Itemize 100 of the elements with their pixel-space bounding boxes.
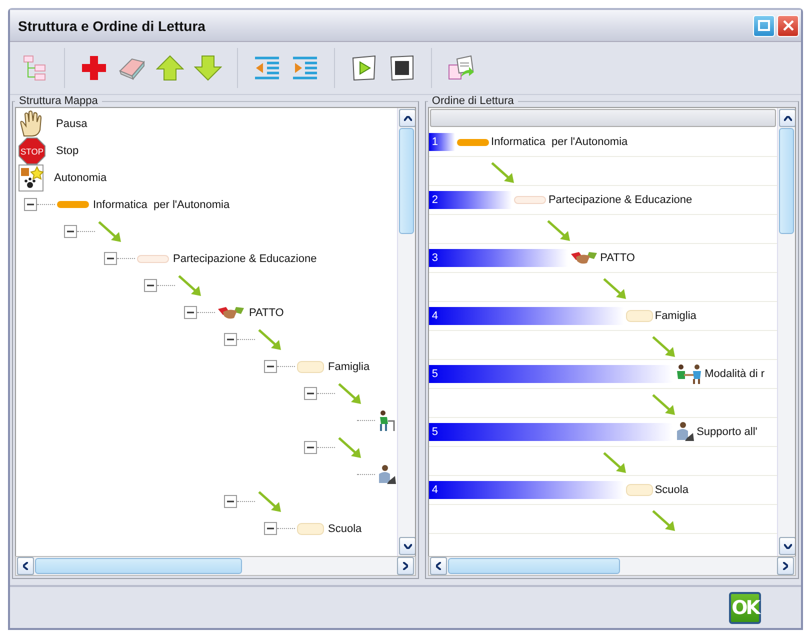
arrow-up-icon — [156, 55, 184, 81]
scroll-right-button[interactable] — [777, 557, 794, 575]
reading-item-label[interactable]: Famiglia — [654, 310, 696, 322]
close-icon — [782, 20, 794, 31]
arrow-icon — [602, 277, 628, 301]
caret-right-icon — [783, 562, 788, 570]
collapse-toggle[interactable] — [104, 252, 117, 265]
order-number: 5 — [430, 426, 438, 438]
scroll-up-button[interactable] — [779, 109, 795, 127]
collapse-toggle[interactable] — [144, 279, 157, 292]
close-button[interactable] — [777, 14, 799, 36]
caret-right-icon — [402, 562, 408, 570]
arrow-icon — [602, 451, 628, 475]
caret-down-icon — [404, 544, 412, 548]
handshake-icon — [217, 304, 245, 320]
stop-icon — [389, 55, 415, 81]
maximize-button[interactable] — [753, 14, 775, 36]
scroll-right-button[interactable] — [396, 557, 414, 575]
card-with-star-and-paw-icon — [18, 164, 44, 192]
panel-title: Struttura Mappa — [18, 95, 99, 107]
legend-label: Pausa — [56, 118, 88, 130]
arrow-down-icon — [194, 55, 222, 81]
collapse-toggle[interactable] — [304, 441, 317, 454]
caret-up-icon — [784, 116, 792, 120]
scroll-left-button[interactable] — [430, 557, 447, 575]
rounded-box-icon — [297, 360, 324, 372]
arrow-icon — [177, 274, 203, 298]
vertical-scrollbar[interactable] — [397, 108, 415, 556]
collapse-toggle[interactable] — [264, 522, 277, 535]
caret-up-icon — [404, 116, 412, 120]
reading-item-label[interactable]: Modalità di r — [704, 368, 764, 380]
scroll-down-button[interactable] — [779, 537, 795, 555]
scroll-thumb[interactable] — [399, 128, 414, 234]
rounded-box-icon — [626, 484, 653, 496]
stop-sign-icon: STOP — [18, 136, 46, 164]
bar-shape-icon — [457, 138, 490, 146]
arrow-icon — [490, 161, 516, 185]
maximize-icon — [758, 20, 770, 31]
collapse-toggle[interactable] — [224, 495, 237, 508]
outdent-icon — [253, 56, 281, 80]
arrow-icon — [546, 219, 572, 243]
plus-icon — [81, 55, 107, 81]
caret-down-icon — [784, 544, 792, 548]
reading-item-label[interactable]: Partecipazione & Educazione — [548, 194, 692, 206]
rounded-box-icon — [626, 310, 653, 322]
collapse-toggle[interactable] — [184, 306, 197, 319]
scroll-thumb[interactable] — [448, 558, 620, 574]
scroll-left-button[interactable] — [17, 557, 34, 575]
tree-node-label[interactable]: Famiglia — [328, 360, 370, 372]
arrow-icon — [257, 328, 283, 352]
person-with-laptop-icon — [674, 421, 695, 443]
arrow-icon — [257, 490, 283, 514]
person-at-desk-icon — [377, 410, 395, 432]
tree-node-label[interactable]: Scuola — [328, 522, 362, 534]
caret-left-icon — [23, 562, 28, 570]
reading-item-label[interactable]: Supporto all' — [696, 426, 758, 438]
tree-structure-icon — [23, 55, 47, 81]
vertical-scrollbar[interactable] — [777, 108, 795, 556]
order-number: 3 — [430, 252, 438, 264]
reading-item-label[interactable]: Informatica per l'Autonomia — [491, 136, 628, 148]
order-number: 2 — [430, 194, 438, 206]
tree-node-label[interactable]: Informatica per l'Autonomia — [93, 198, 230, 210]
eraser-icon — [118, 56, 146, 80]
arrow-icon — [337, 436, 363, 460]
people-at-table-icon — [674, 363, 703, 385]
scroll-down-button[interactable] — [399, 537, 415, 555]
tree-node-label[interactable]: PATTO — [249, 306, 284, 318]
collapse-toggle[interactable] — [264, 360, 277, 373]
horizontal-scrollbar[interactable] — [428, 556, 796, 576]
arrow-icon — [97, 220, 123, 244]
document-export-icon — [447, 55, 475, 81]
caret-left-icon — [436, 562, 441, 570]
tree-node-label[interactable]: Partecipazione & Educazione — [173, 252, 317, 264]
collapse-toggle[interactable] — [304, 387, 317, 400]
arrow-icon — [650, 335, 677, 359]
order-number: 4 — [430, 484, 438, 496]
reading-item-label[interactable]: Scuola — [654, 484, 688, 496]
arrow-icon — [650, 393, 677, 417]
indent-icon — [291, 56, 319, 80]
scroll-up-button[interactable] — [399, 109, 415, 127]
arrow-icon — [337, 382, 363, 406]
collapse-toggle[interactable] — [224, 333, 237, 346]
legend-label: Autonomia — [54, 172, 107, 184]
scroll-thumb[interactable] — [779, 128, 794, 234]
person-with-laptop-icon — [377, 464, 397, 486]
play-icon — [351, 55, 377, 81]
panel-title: Ordine di Lettura — [430, 95, 515, 107]
reading-item-label[interactable]: PATTO — [600, 252, 635, 264]
arrow-icon — [650, 509, 677, 533]
rounded-box-icon — [297, 522, 324, 534]
pill-shape-icon — [137, 254, 169, 262]
horizontal-scrollbar[interactable] — [15, 556, 416, 576]
order-number: 4 — [430, 310, 438, 322]
scroll-thumb[interactable] — [35, 558, 242, 574]
order-number: 5 — [430, 368, 438, 380]
order-number: 1 — [430, 136, 438, 148]
bar-shape-icon — [57, 201, 89, 208]
collapse-toggle[interactable] — [64, 225, 77, 238]
collapse-toggle[interactable] — [24, 198, 37, 211]
handshake-icon — [570, 250, 598, 266]
